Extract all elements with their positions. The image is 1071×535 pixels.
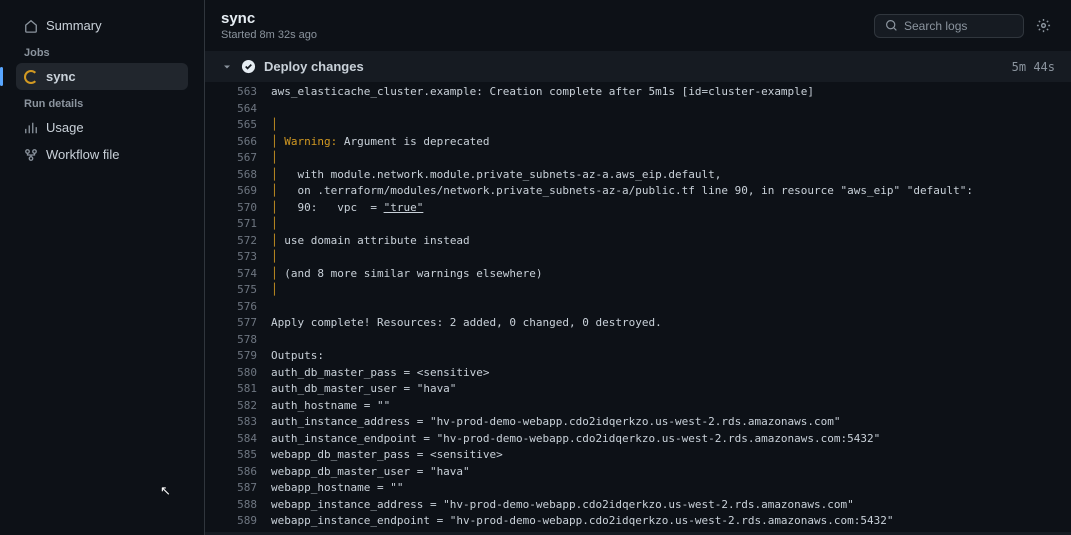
spinner-icon	[24, 70, 38, 84]
check-circle-icon	[241, 59, 256, 74]
log-line: 589webapp_instance_endpoint = "hv-prod-d…	[205, 513, 1071, 530]
log-line: 573│	[205, 249, 1071, 266]
log-line: 570│ 90: vpc = "true"	[205, 200, 1071, 217]
nav-summary[interactable]: Summary	[16, 12, 188, 39]
nav-usage[interactable]: Usage	[16, 114, 188, 141]
log-line: 569│ on .terraform/modules/network.priva…	[205, 183, 1071, 200]
log-line: 575│	[205, 282, 1071, 299]
log-line: 580auth_db_master_pass = <sensitive>	[205, 365, 1071, 382]
job-sync-label: sync	[46, 69, 76, 84]
log-line: 576	[205, 299, 1071, 316]
graph-icon	[24, 121, 38, 135]
job-sync[interactable]: sync	[16, 63, 188, 90]
step-deploy-log[interactable]: 563aws_elasticache_cluster.example: Crea…	[205, 82, 1071, 532]
settings-button[interactable]	[1032, 14, 1055, 37]
log-line: 574│ (and 8 more similar warnings elsewh…	[205, 266, 1071, 283]
run-details-label: Run details	[16, 90, 188, 114]
log-line: 577Apply complete! Resources: 2 added, 0…	[205, 315, 1071, 332]
jobs-section-label: Jobs	[16, 39, 188, 63]
log-line: 586webapp_db_master_user = "hava"	[205, 464, 1071, 481]
log-line: 587webapp_hostname = ""	[205, 480, 1071, 497]
header: sync Started 8m 32s ago	[205, 0, 1071, 51]
log-line: 581auth_db_master_user = "hava"	[205, 381, 1071, 398]
chevron-down-icon	[221, 61, 233, 73]
nav-workflow-label: Workflow file	[46, 147, 119, 162]
search-input[interactable]	[904, 19, 1013, 33]
log-line: 588webapp_instance_address = "hv-prod-de…	[205, 497, 1071, 514]
step-deploy-title: Deploy changes	[264, 59, 1004, 74]
log-line: 563aws_elasticache_cluster.example: Crea…	[205, 84, 1071, 101]
main-panel: sync Started 8m 32s ago Deploy chang	[205, 0, 1071, 535]
log-line: 578	[205, 332, 1071, 349]
gear-icon	[1036, 18, 1051, 33]
started-time: Started 8m 32s ago	[221, 29, 317, 41]
step-run-header[interactable]: run 2m 45s	[205, 532, 1071, 535]
log-line: 564	[205, 101, 1071, 118]
step-deploy-duration: 5m 44s	[1012, 60, 1055, 74]
log-line: 566│ Warning: Argument is deprecated	[205, 134, 1071, 151]
log-line: 565│	[205, 117, 1071, 134]
search-icon	[885, 19, 898, 32]
page-title: sync	[221, 10, 317, 27]
log-line: 568│ with module.network.module.private_…	[205, 167, 1071, 184]
nav-workflow-file[interactable]: Workflow file	[16, 141, 188, 168]
log-line: 572│ use domain attribute instead	[205, 233, 1071, 250]
log-line: 567│	[205, 150, 1071, 167]
home-icon	[24, 19, 38, 33]
step-deploy-header[interactable]: Deploy changes 5m 44s	[205, 51, 1071, 82]
nav-usage-label: Usage	[46, 120, 84, 135]
workflow-icon	[24, 148, 38, 162]
log-line: 582auth_hostname = ""	[205, 398, 1071, 415]
search-logs[interactable]	[874, 14, 1024, 38]
nav-summary-label: Summary	[46, 18, 102, 33]
log-line: 571│	[205, 216, 1071, 233]
log-line: 584auth_instance_endpoint = "hv-prod-dem…	[205, 431, 1071, 448]
log-line: 585webapp_db_master_pass = <sensitive>	[205, 447, 1071, 464]
log-line: 579Outputs:	[205, 348, 1071, 365]
log-line: 583auth_instance_address = "hv-prod-demo…	[205, 414, 1071, 431]
sidebar: Summary Jobs sync Run details Usage Work…	[0, 0, 205, 535]
